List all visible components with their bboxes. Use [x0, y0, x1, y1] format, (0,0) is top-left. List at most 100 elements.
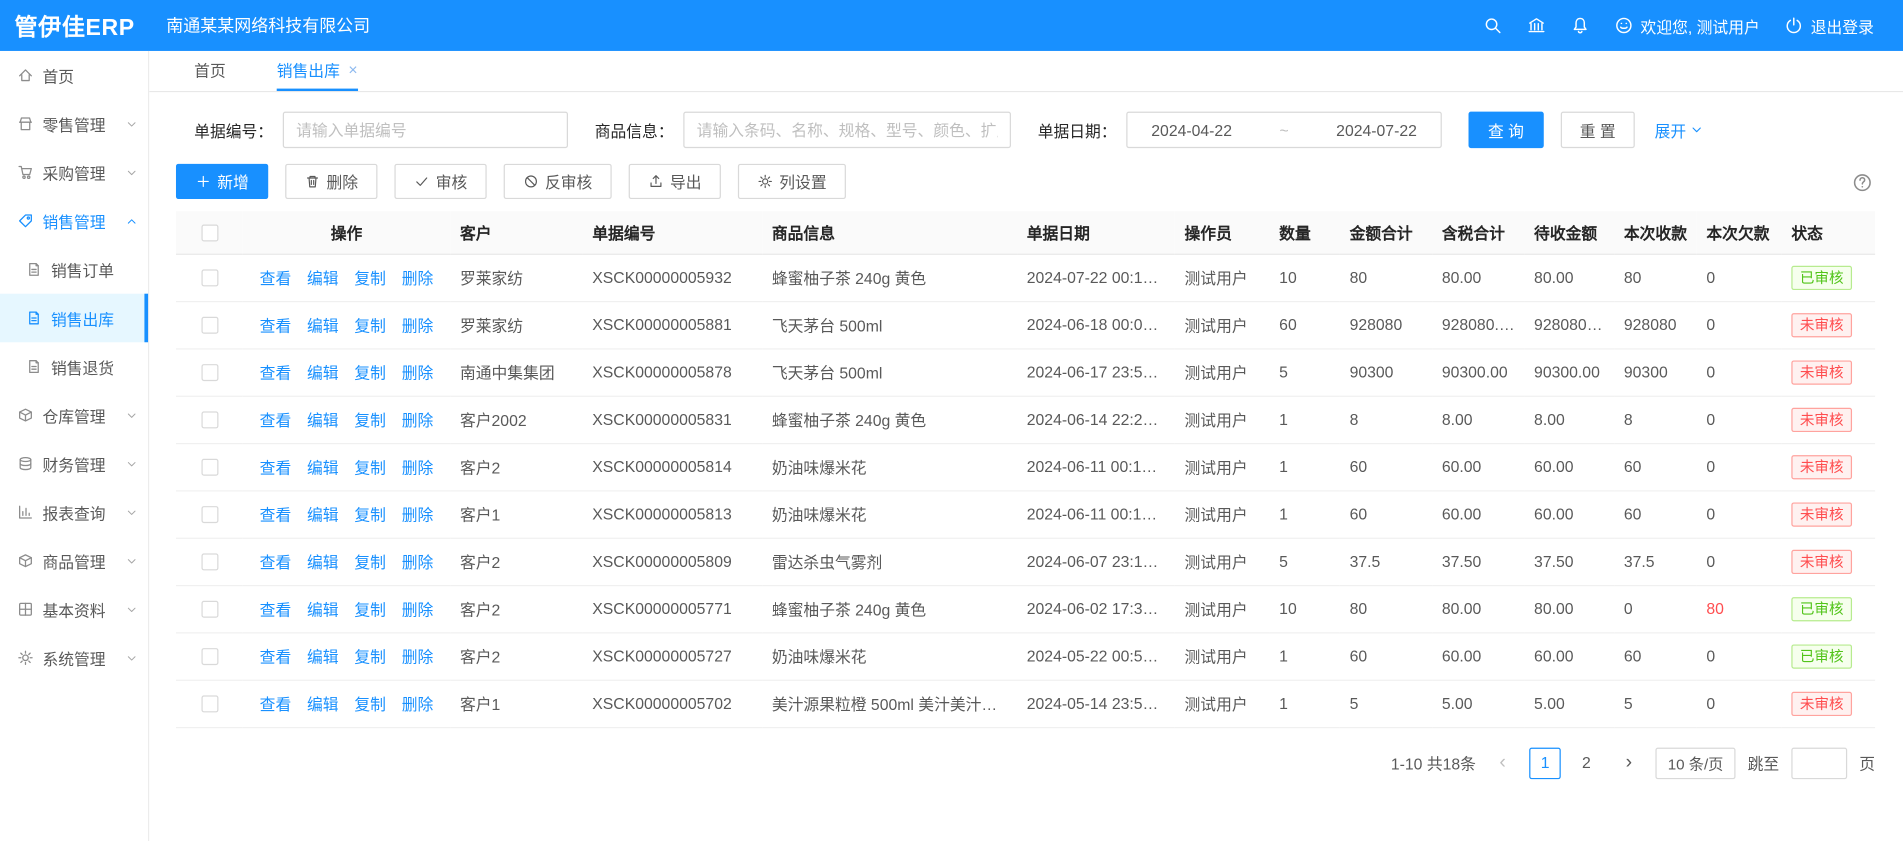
delete-link[interactable]: 删除	[402, 695, 434, 713]
copy-link[interactable]: 复制	[354, 695, 386, 713]
view-link[interactable]: 查看	[260, 317, 292, 335]
add-button[interactable]: 新增	[176, 164, 268, 199]
row-checkbox[interactable]	[201, 554, 218, 571]
view-link[interactable]: 查看	[260, 648, 292, 666]
logout-text: 退出登录	[1811, 14, 1874, 37]
jump-page-input[interactable]	[1791, 747, 1847, 779]
sidebar-item-basic-data[interactable]: 基本资料	[0, 585, 148, 634]
row-checkbox[interactable]	[201, 459, 218, 476]
page-size-select[interactable]: 10 条/页	[1656, 747, 1736, 779]
row-checkbox[interactable]	[201, 364, 218, 381]
edit-link[interactable]: 编辑	[307, 695, 339, 713]
copy-link[interactable]: 复制	[354, 364, 386, 382]
copy-link[interactable]: 复制	[354, 459, 386, 477]
trash-icon	[305, 174, 321, 190]
sidebar-item-retail-management[interactable]: 零售管理	[0, 100, 148, 149]
bill-no-input[interactable]	[283, 112, 568, 148]
page-button-1[interactable]: 1	[1529, 747, 1561, 779]
row-checkbox[interactable]	[201, 696, 218, 713]
edit-link[interactable]: 编辑	[307, 459, 339, 477]
sidebar-item-product-management[interactable]: 商品管理	[0, 536, 148, 585]
copy-link[interactable]: 复制	[354, 411, 386, 429]
help-icon[interactable]	[1852, 172, 1873, 193]
close-icon[interactable]: ×	[348, 61, 357, 79]
row-checkbox[interactable]	[201, 601, 218, 618]
view-link[interactable]: 查看	[260, 411, 292, 429]
date-range-picker[interactable]: 2024-04-22 ~ 2024-07-22	[1126, 112, 1442, 148]
sidebar-item-label: 仓库管理	[42, 404, 105, 427]
row-checkbox[interactable]	[201, 270, 218, 287]
table-row: 查看编辑复制删除客户2XSCK00000005814奶油味爆米花2024-06-…	[176, 443, 1875, 490]
welcome-user[interactable]: 欢迎您, 测试用户	[1614, 14, 1760, 37]
column-settings-button[interactable]: 列设置	[738, 164, 846, 199]
view-link[interactable]: 查看	[260, 601, 292, 619]
sidebar-item-system-management[interactable]: 系统管理	[0, 634, 148, 683]
delete-link[interactable]: 删除	[402, 411, 434, 429]
prev-page-button[interactable]: ‹	[1488, 747, 1517, 779]
sidebar-item-warehouse-management[interactable]: 仓库管理	[0, 391, 148, 440]
edit-link[interactable]: 编辑	[307, 506, 339, 524]
sidebar-item-sales-return[interactable]: 销售退货	[0, 342, 148, 391]
copy-link[interactable]: 复制	[354, 601, 386, 619]
tab-sales-outbound[interactable]: 销售出库×	[277, 51, 358, 91]
sidebar-item-sales-management[interactable]: 销售管理	[0, 197, 148, 246]
audit-button[interactable]: 审核	[394, 164, 486, 199]
view-link[interactable]: 查看	[260, 506, 292, 524]
edit-link[interactable]: 编辑	[307, 648, 339, 666]
sidebar-item-finance-management[interactable]: 财务管理	[0, 439, 148, 488]
row-checkbox[interactable]	[201, 506, 218, 523]
copy-link[interactable]: 复制	[354, 269, 386, 287]
sidebar-item-sales-order[interactable]: 销售订单	[0, 245, 148, 294]
view-link[interactable]: 查看	[260, 269, 292, 287]
home-icon[interactable]	[1526, 16, 1545, 35]
page-button-2[interactable]: 2	[1571, 747, 1603, 779]
sidebar-item-report-query[interactable]: 报表查询	[0, 488, 148, 537]
tab-home[interactable]: 首页	[194, 51, 226, 91]
product-info-input[interactable]	[683, 112, 1011, 148]
copy-link[interactable]: 复制	[354, 506, 386, 524]
delete-link[interactable]: 删除	[402, 601, 434, 619]
select-all-checkbox[interactable]	[201, 225, 218, 242]
search-button[interactable]: 查 询	[1469, 112, 1544, 148]
date-end-value[interactable]: 2024-07-22	[1336, 121, 1417, 139]
operator-cell: 测试用户	[1175, 490, 1270, 537]
bell-icon[interactable]	[1570, 16, 1589, 35]
edit-link[interactable]: 编辑	[307, 601, 339, 619]
delete-link[interactable]: 删除	[402, 459, 434, 477]
logout-button[interactable]: 退出登录	[1784, 14, 1874, 37]
delete-link[interactable]: 删除	[402, 269, 434, 287]
view-link[interactable]: 查看	[260, 364, 292, 382]
delete-button[interactable]: 删除	[285, 164, 377, 199]
row-checkbox[interactable]	[201, 412, 218, 429]
sidebar-item-label: 销售管理	[42, 209, 105, 232]
unaudit-button[interactable]: 反审核	[504, 164, 612, 199]
view-link[interactable]: 查看	[260, 695, 292, 713]
sidebar-item-purchase-management[interactable]: 采购管理	[0, 148, 148, 197]
debt-cell: 0	[1697, 254, 1782, 301]
view-link[interactable]: 查看	[260, 459, 292, 477]
edit-link[interactable]: 编辑	[307, 269, 339, 287]
edit-link[interactable]: 编辑	[307, 411, 339, 429]
search-icon[interactable]	[1483, 16, 1502, 35]
copy-link[interactable]: 复制	[354, 553, 386, 571]
edit-link[interactable]: 编辑	[307, 317, 339, 335]
delete-link[interactable]: 删除	[402, 553, 434, 571]
copy-link[interactable]: 复制	[354, 648, 386, 666]
row-checkbox[interactable]	[201, 648, 218, 665]
delete-link[interactable]: 删除	[402, 317, 434, 335]
reset-button[interactable]: 重 置	[1560, 112, 1635, 148]
export-button[interactable]: 导出	[629, 164, 721, 199]
expand-toggle[interactable]: 展开	[1655, 118, 1705, 141]
delete-link[interactable]: 删除	[402, 364, 434, 382]
delete-link[interactable]: 删除	[402, 648, 434, 666]
next-page-button[interactable]: ›	[1614, 747, 1643, 779]
date-start-value[interactable]: 2024-04-22	[1151, 121, 1232, 139]
edit-link[interactable]: 编辑	[307, 553, 339, 571]
row-checkbox[interactable]	[201, 317, 218, 334]
view-link[interactable]: 查看	[260, 553, 292, 571]
copy-link[interactable]: 复制	[354, 317, 386, 335]
sidebar-item-home[interactable]: 首页	[0, 51, 148, 100]
delete-link[interactable]: 删除	[402, 506, 434, 524]
edit-link[interactable]: 编辑	[307, 364, 339, 382]
sidebar-item-sales-outbound[interactable]: 销售出库	[0, 294, 148, 343]
